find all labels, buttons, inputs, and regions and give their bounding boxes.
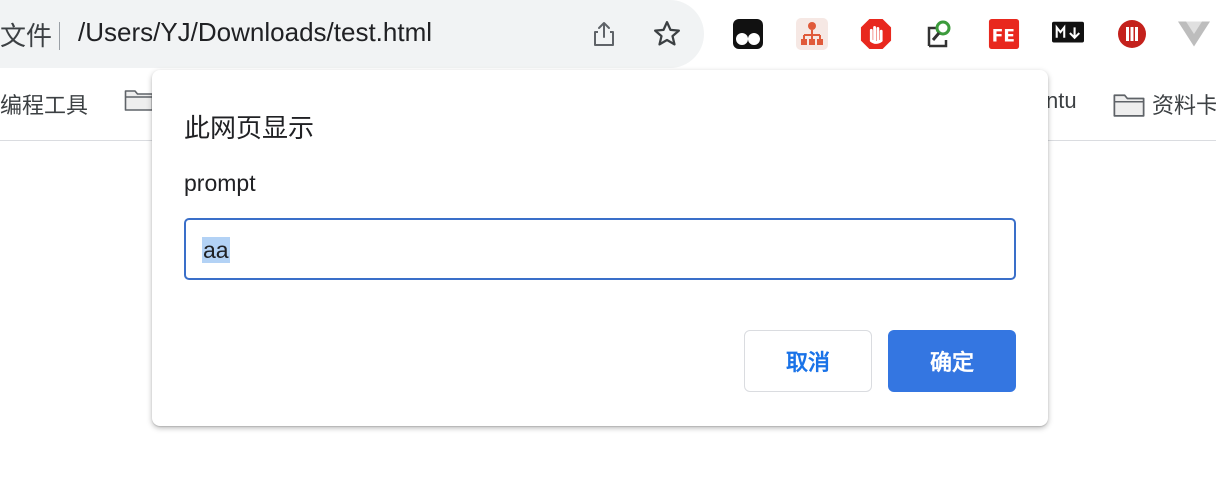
- adblock-extension-icon[interactable]: [860, 18, 892, 50]
- bookmark-label: ntu: [1046, 88, 1077, 113]
- tampermonkey-extension-icon[interactable]: [732, 18, 764, 50]
- browser-toolbar: 文件 /Users/YJ/Downloads/test.html FE: [0, 0, 1216, 70]
- folder-icon: [124, 88, 154, 112]
- sitemap-extension-icon[interactable]: [796, 18, 828, 50]
- prompt-dialog: 此网页显示 prompt aa 取消 确定: [152, 70, 1048, 426]
- url-text[interactable]: /Users/YJ/Downloads/test.html: [78, 17, 432, 48]
- bookmark-item-partial[interactable]: ntu: [1046, 88, 1077, 114]
- pause-extension-icon[interactable]: [1116, 18, 1148, 50]
- search-extension-icon[interactable]: [924, 18, 956, 50]
- security-chip-label[interactable]: 文件: [0, 16, 52, 53]
- dialog-message: prompt: [184, 170, 256, 196]
- omnibox[interactable]: 文件 /Users/YJ/Downloads/test.html: [0, 0, 704, 68]
- ok-button[interactable]: 确定: [888, 330, 1016, 392]
- prompt-input-value[interactable]: aa: [202, 237, 230, 263]
- bookmark-folder-last[interactable]: 资料卡: [1112, 88, 1216, 120]
- bookmark-item-first[interactable]: 编程工具: [0, 88, 88, 120]
- share-icon[interactable]: [588, 18, 620, 50]
- bookmark-label: 资料卡: [1152, 93, 1216, 118]
- svg-text:FE: FE: [992, 26, 1015, 46]
- dialog-title: 此网页显示: [184, 113, 315, 143]
- omnibox-divider: [59, 22, 60, 50]
- bookmark-label: 编程工具: [0, 93, 89, 118]
- folder-icon: [1112, 92, 1145, 117]
- markdown-extension-icon[interactable]: [1052, 18, 1084, 50]
- cancel-button[interactable]: 取消: [744, 330, 872, 392]
- fe-helper-extension-icon[interactable]: FE: [988, 18, 1020, 50]
- star-icon[interactable]: [651, 18, 683, 50]
- vue-devtools-extension-icon[interactable]: [1178, 18, 1210, 50]
- bookmark-folder[interactable]: [124, 88, 154, 112]
- prompt-input[interactable]: aa: [184, 218, 1016, 280]
